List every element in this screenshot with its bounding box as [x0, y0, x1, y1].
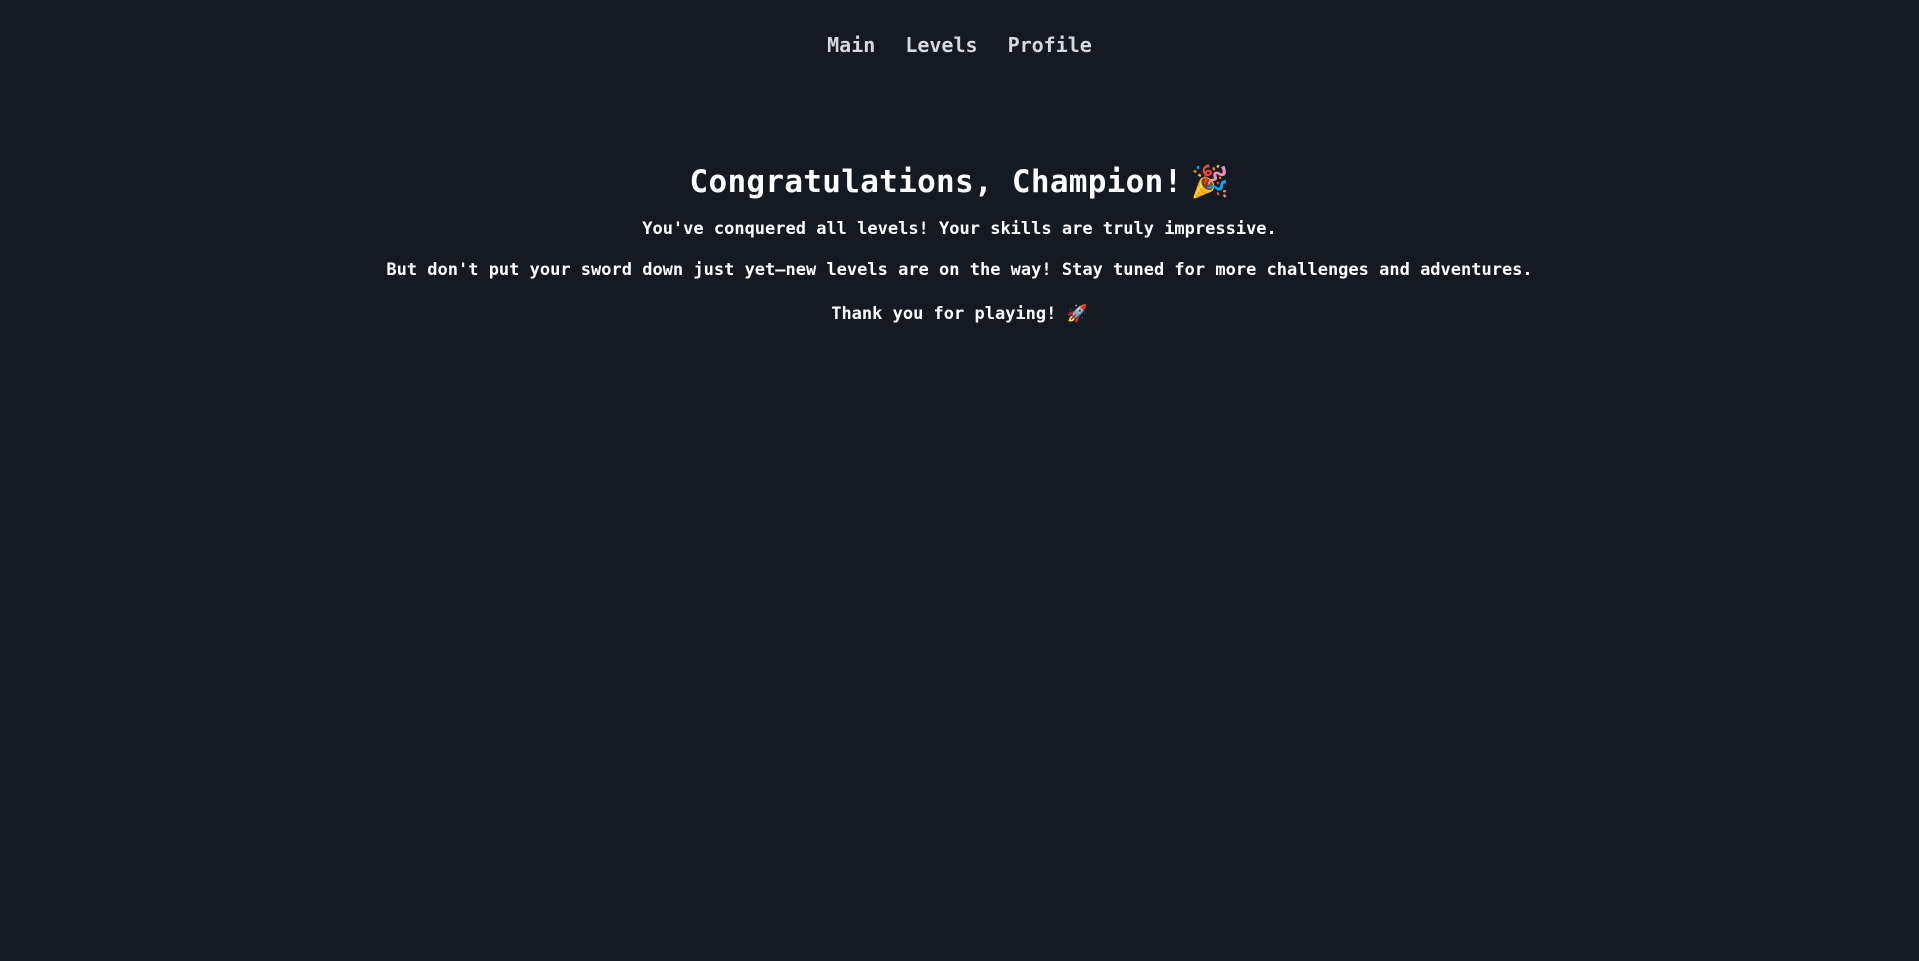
- nav-link-main[interactable]: Main: [827, 32, 875, 58]
- thanks-message: Thank you for playing! 🚀: [0, 303, 1919, 325]
- upcoming-levels-message: But don't put your sword down just yet—n…: [386, 260, 1533, 280]
- thanks-text: Thank you for playing!: [831, 304, 1057, 324]
- page-title: Congratulations, Champion! 🎉: [0, 160, 1919, 204]
- top-nav: Main Levels Profile: [0, 32, 1919, 58]
- completion-message: You've conquered all levels! Your skills…: [642, 219, 1277, 239]
- nav-link-levels[interactable]: Levels: [905, 32, 977, 58]
- nav-link-profile[interactable]: Profile: [1008, 32, 1092, 58]
- party-popper-icon: 🎉: [1190, 164, 1230, 200]
- congratulations-panel: Congratulations, Champion! 🎉 You've conqu…: [0, 160, 1919, 325]
- rocket-icon: 🚀: [1066, 304, 1088, 324]
- title-text: Congratulations, Champion!: [689, 164, 1183, 200]
